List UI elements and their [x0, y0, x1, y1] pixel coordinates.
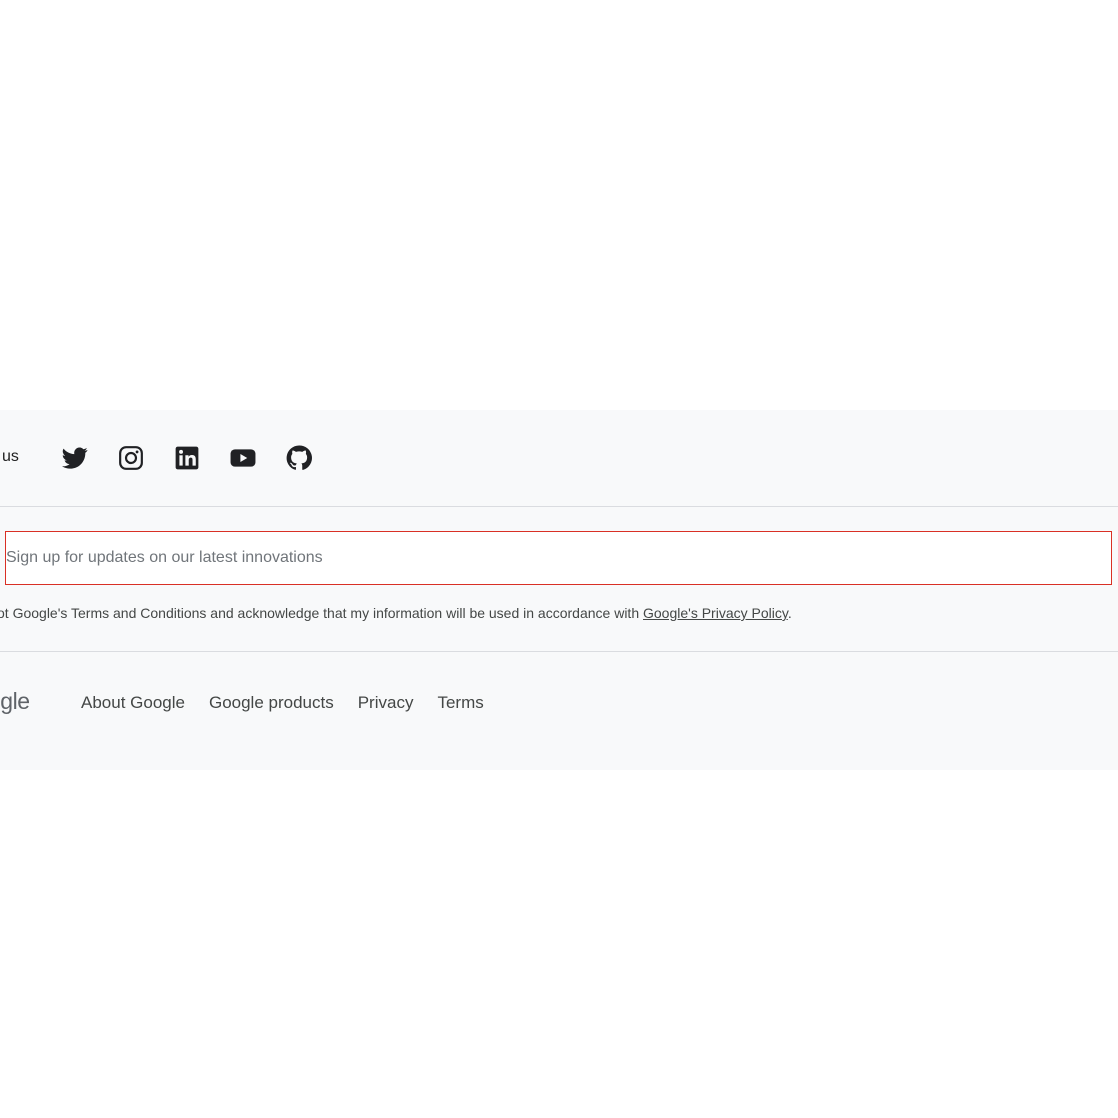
footer-links: About Google Google products Privacy Ter…: [81, 693, 484, 713]
about-google-link[interactable]: About Google: [81, 693, 185, 713]
follow-us-row: w us: [0, 410, 1118, 507]
consent-body: ot Google's Terms and Conditions and ack…: [0, 605, 643, 621]
follow-us-label: w us: [0, 448, 19, 465]
consent-end: .: [787, 605, 792, 621]
youtube-icon[interactable]: [229, 444, 257, 472]
instagram-icon[interactable]: [117, 444, 145, 472]
consent-text: ot Google's Terms and Conditions and ack…: [0, 605, 792, 621]
github-icon[interactable]: [285, 444, 313, 472]
signup-email-input[interactable]: [5, 531, 1112, 585]
signup-section: ot Google's Terms and Conditions and ack…: [0, 507, 1118, 652]
google-logo[interactable]: ogle: [0, 688, 30, 715]
site-footer: w us ot Google's Terms and Conditions an…: [0, 410, 1118, 770]
linkedin-icon[interactable]: [173, 444, 201, 472]
privacy-link[interactable]: Privacy: [358, 693, 414, 713]
twitter-icon[interactable]: [61, 444, 89, 472]
privacy-policy-link[interactable]: Google's Privacy Policy: [643, 605, 788, 621]
google-products-link[interactable]: Google products: [209, 693, 334, 713]
footer-bottom-bar: ogle About Google Google products Privac…: [0, 652, 1118, 770]
terms-link[interactable]: Terms: [437, 693, 483, 713]
